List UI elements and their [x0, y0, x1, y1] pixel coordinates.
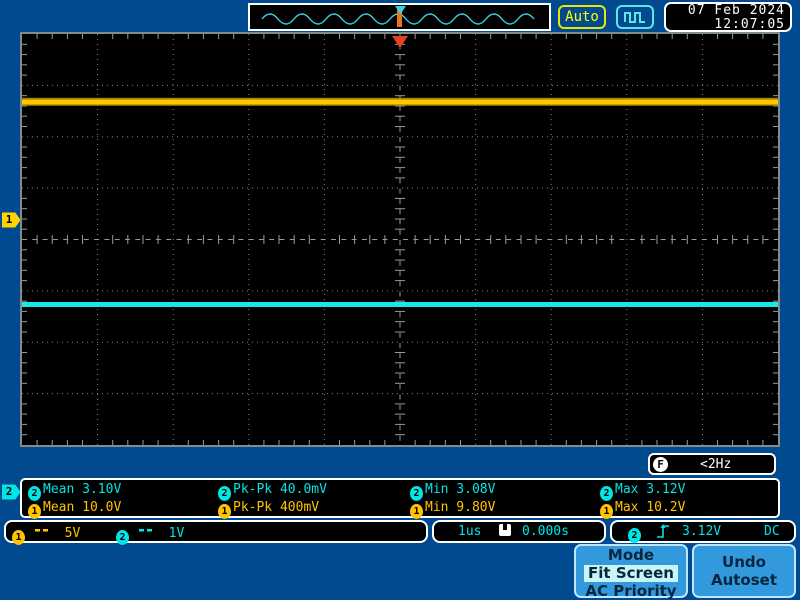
ch2-marker-label: 2: [5, 485, 13, 498]
measurement-item[interactable]: 1 Pk-Pk 400mV: [218, 499, 320, 519]
mode-selected[interactable]: Fit Screen: [584, 565, 678, 582]
measurement-row-ch1: 1 Mean 10.0V 1 Pk-Pk 400mV 1 Min 9.80V 1 Max…: [22, 499, 778, 519]
trigger-box[interactable]: 2 3.12V DC: [610, 520, 796, 543]
timebase-scale: 1us: [458, 524, 482, 539]
ch1-scale: 5V: [64, 526, 81, 541]
measurement-item[interactable]: 1 Max 10.2V: [600, 499, 686, 519]
ch2-badge: 2: [116, 530, 129, 545]
measurement-panel[interactable]: 2 Mean 3.10V 2 Pk-Pk 40.0mV 2 Min 3.08V 2 Ma…: [20, 478, 780, 519]
top-toolbar: Auto 07 Feb 2024 12:07:05: [0, 0, 800, 32]
ch1-marker-label: 1: [5, 213, 13, 226]
ch2-waveform-trace: [22, 302, 778, 307]
clock-date: 07 Feb 2024: [687, 3, 785, 18]
measurement-item[interactable]: 2 Max 3.12V: [600, 481, 686, 501]
dc-coupling-icon: [34, 523, 49, 541]
measurement-item[interactable]: 1 Mean 10.0V: [28, 499, 122, 519]
oscilloscope-screen: Auto 07 Feb 2024 12:07:05 F <2Hz 1 2 2 M…: [0, 0, 800, 600]
frequency-badge: F: [653, 457, 668, 472]
ch1-waveform-trace: [22, 97, 778, 106]
measurement-text: Mean 10.0V: [43, 500, 122, 515]
channel-badge: 1: [600, 504, 613, 519]
ch2-ground-marker[interactable]: 2: [2, 484, 20, 500]
measurement-text: Max 10.2V: [615, 500, 686, 515]
trigger-coupling: DC: [764, 524, 780, 539]
ch2-scale: 1V: [168, 526, 185, 541]
channel-badge: 1: [410, 504, 423, 519]
clock-display: 07 Feb 2024 12:07:05: [664, 2, 792, 32]
mode-title: Mode: [607, 546, 655, 564]
channel-badge: 1: [28, 504, 41, 519]
measurement-text: Mean 3.10V: [43, 482, 122, 497]
measurement-row-ch2: 2 Mean 3.10V 2 Pk-Pk 40.0mV 2 Min 3.08V 2 Ma…: [22, 481, 778, 501]
rising-edge-icon: [656, 523, 670, 541]
ch2-setting[interactable]: 2 1V: [116, 523, 185, 545]
timebase-box[interactable]: 1us 0.000s: [432, 520, 606, 543]
measurement-text: Min 9.80V: [425, 500, 496, 515]
mode-selected-wrap: Fit Screen: [576, 565, 686, 582]
undo-line2: Autoset: [710, 571, 778, 589]
measurement-item[interactable]: 2 Mean 3.10V: [28, 481, 122, 501]
measurement-text: Pk-Pk 40.0mV: [233, 482, 327, 497]
dc-coupling-icon: [138, 523, 153, 541]
waveform-thumbnail-preview[interactable]: [248, 3, 551, 31]
sine-wave-preview-icon: [261, 6, 535, 27]
trigger-position-marker[interactable]: [392, 33, 408, 48]
graticule[interactable]: [20, 32, 780, 447]
measurement-item[interactable]: 2 Pk-Pk 40.0mV: [218, 481, 327, 501]
auto-button[interactable]: Auto: [558, 5, 606, 29]
trigger-level: 3.12V: [682, 524, 722, 539]
undo-autoset-softkey[interactable]: Undo Autoset: [692, 544, 796, 598]
undo-line1: Undo: [722, 553, 766, 571]
trigger-marker-icon: [392, 36, 408, 48]
ch1-setting[interactable]: 1 5V: [12, 523, 81, 545]
horizontal-position-icon: [498, 523, 512, 541]
grid-and-traces: [22, 34, 778, 445]
clock-time: 12:07:05: [714, 17, 785, 32]
mode-option[interactable]: AC Priority: [576, 583, 686, 600]
trigger-source-badge: 2: [628, 523, 643, 543]
measurement-text: Max 3.12V: [615, 482, 686, 497]
measurement-item[interactable]: 1 Min 9.80V: [410, 499, 496, 519]
timebase-delay: 0.000s: [522, 524, 569, 539]
status-bar: 1 5V 2 1V 1us 0.000s 2 3.12V DC: [0, 520, 800, 545]
pulse-mode-button[interactable]: [616, 5, 654, 29]
measurement-item[interactable]: 2 Min 3.08V: [410, 481, 496, 501]
measurement-text: Min 3.08V: [425, 482, 496, 497]
square-pulse-icon: [624, 12, 645, 23]
channel-badge: 1: [218, 504, 231, 519]
trigger-source: 2: [628, 528, 641, 543]
frequency-value: <2Hz: [700, 457, 732, 472]
mode-softkey[interactable]: Mode Fit Screen AC Priority: [574, 544, 688, 600]
ch1-badge: 1: [12, 530, 25, 545]
channel-settings-box[interactable]: 1 5V 2 1V: [4, 520, 428, 545]
ch1-ground-marker[interactable]: 1: [2, 212, 20, 228]
frequency-counter[interactable]: F <2Hz: [648, 453, 776, 475]
waveform-display-area[interactable]: F <2Hz: [20, 32, 780, 475]
measurement-text: Pk-Pk 400mV: [233, 500, 320, 515]
